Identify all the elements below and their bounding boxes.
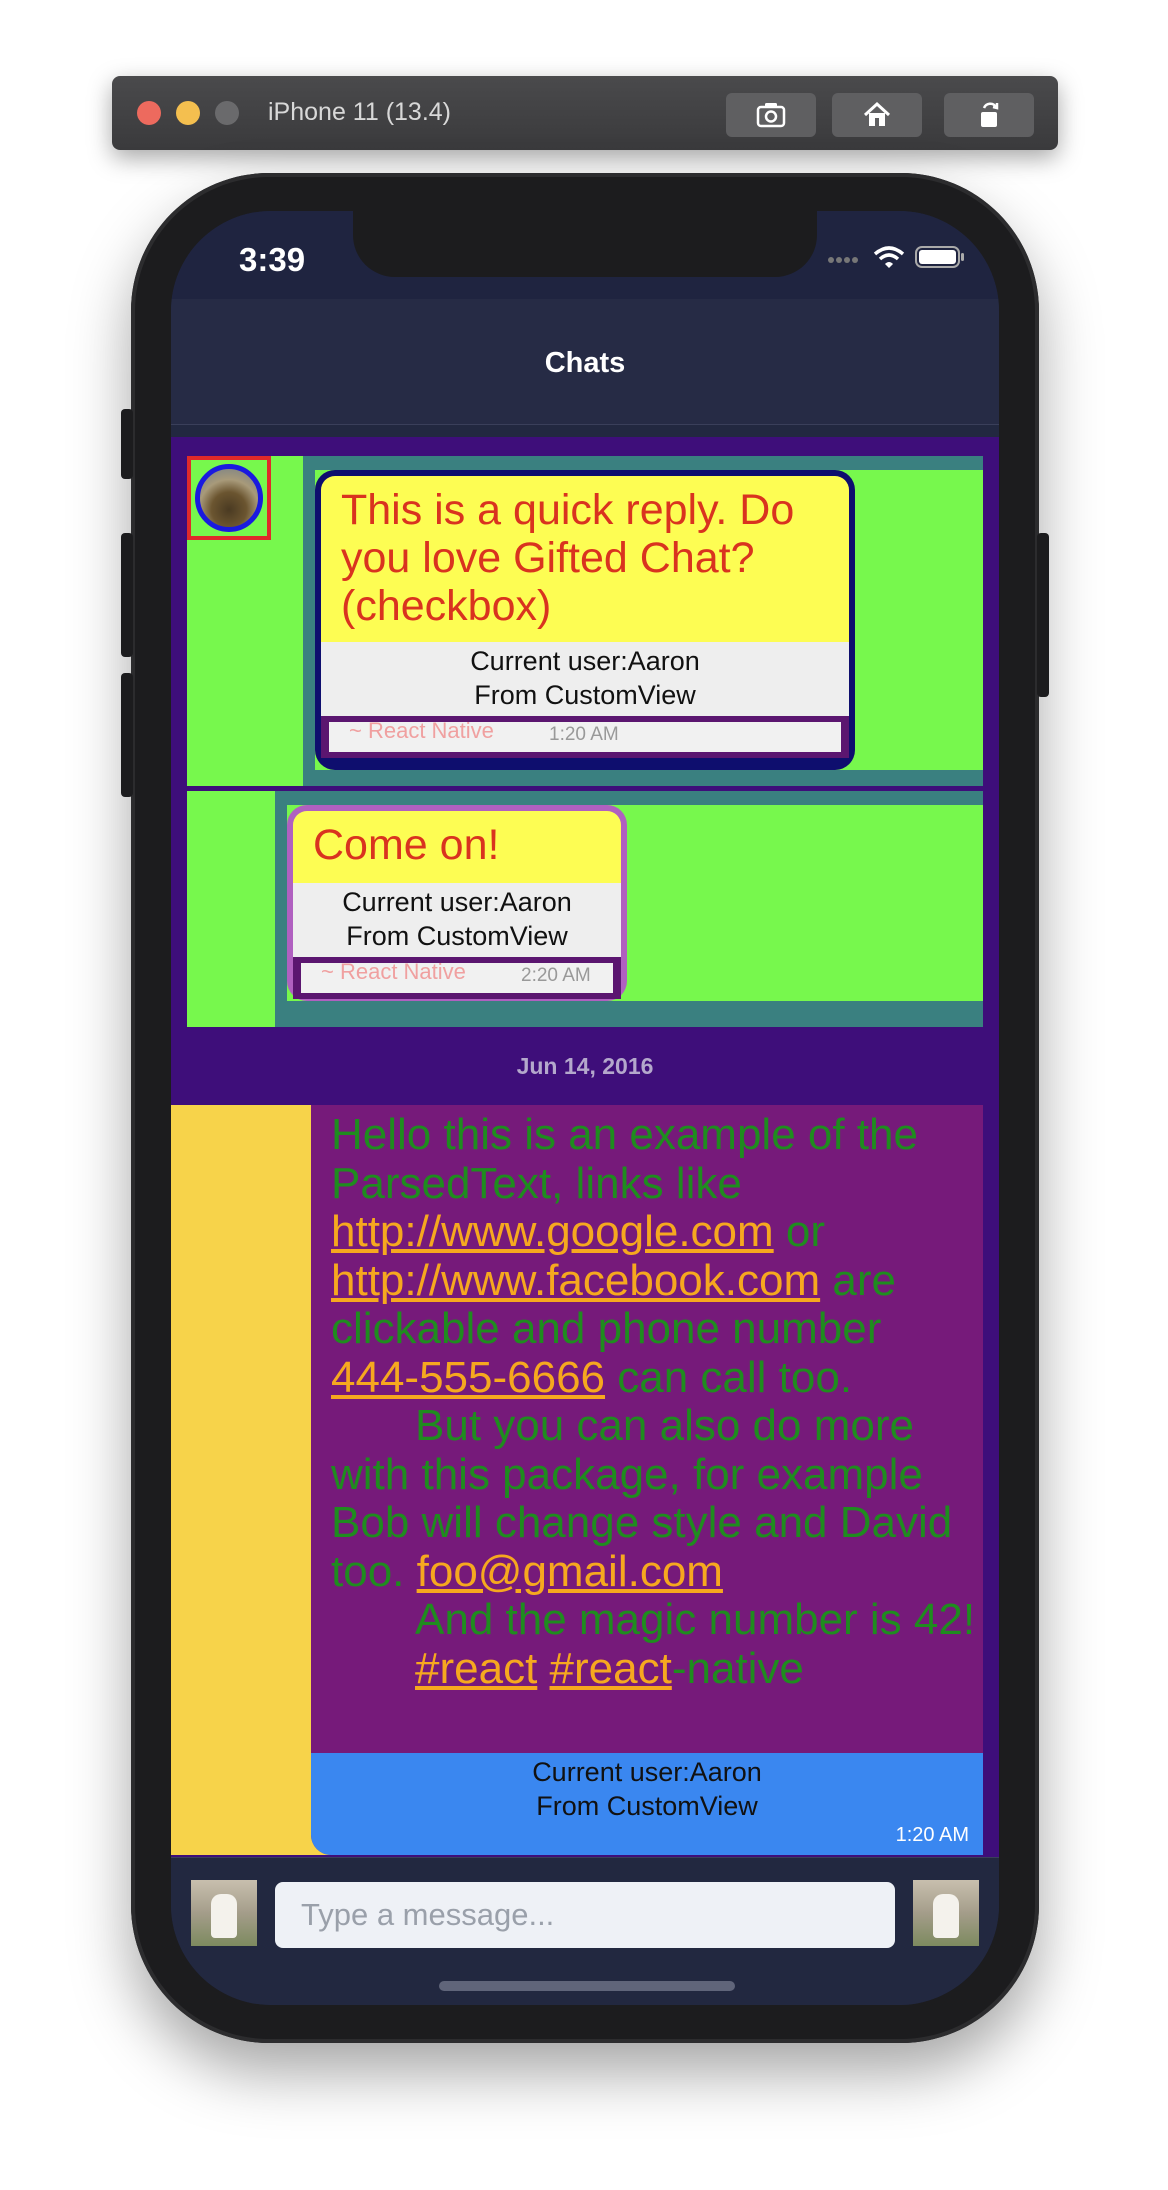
message-bubble[interactable]: Hello this is an example of the ParsedTe… bbox=[311, 1105, 983, 1855]
status-time: 3:39 bbox=[239, 241, 306, 278]
parsed-text-part: can call too. bbox=[605, 1352, 853, 1402]
message-row: Hello this is an example of the ParsedTe… bbox=[171, 1105, 983, 1855]
parsed-text-part: or bbox=[773, 1207, 826, 1256]
rotate-icon bbox=[981, 102, 999, 127]
message-input[interactable]: Type a message... bbox=[275, 1882, 895, 1948]
message-footer: ~ React Native 2:20 AM bbox=[293, 957, 621, 999]
message-text: This is a quick reply. Do you love Gifte… bbox=[341, 486, 795, 630]
phone-screen: 3:39 Chats This is a quick reply. Do you… bbox=[171, 211, 999, 2005]
bubble-spacer bbox=[887, 470, 983, 770]
hashtag-link[interactable]: #react bbox=[550, 1644, 672, 1693]
dog-image-icon bbox=[933, 1894, 959, 1938]
day-separator: Jun 14, 2016 bbox=[516, 1053, 654, 1079]
bubble-wrapper: Come on! Current user:Aaron From CustomV… bbox=[275, 791, 983, 1027]
bubble-container: This is a quick reply. Do you love Gifte… bbox=[315, 470, 887, 770]
google-link[interactable]: http://www.google.com bbox=[331, 1207, 774, 1256]
navigation-bar: Chats bbox=[171, 299, 999, 425]
bubble-text-container: Come on! bbox=[293, 811, 621, 883]
status-icons bbox=[827, 245, 965, 269]
message-bubble[interactable]: Come on! Current user:Aaron From CustomV… bbox=[287, 805, 627, 1001]
message-bubble[interactable]: This is a quick reply. Do you love Gifte… bbox=[315, 470, 855, 770]
custom-view-user: Current user:Aaron bbox=[532, 1757, 762, 1787]
iphone-frame: 3:39 Chats This is a quick reply. Do you… bbox=[121, 173, 1049, 2043]
parsed-text: Hello this is an example of the ParsedTe… bbox=[331, 1110, 979, 1693]
rotate-button[interactable] bbox=[944, 93, 1034, 137]
message-row: This is a quick reply. Do you love Gifte… bbox=[187, 456, 983, 786]
custom-view-user: Current user:Aaron bbox=[342, 887, 572, 917]
home-button[interactable] bbox=[832, 93, 922, 137]
send-button[interactable] bbox=[913, 1880, 979, 1946]
status-bar: 3:39 bbox=[171, 211, 999, 299]
message-time: 1:20 AM bbox=[895, 1824, 969, 1846]
footer-label: ~ React Native bbox=[349, 718, 494, 743]
email-link[interactable]: foo@gmail.com bbox=[417, 1547, 723, 1596]
wifi-icon bbox=[873, 246, 905, 268]
chat-messages[interactable]: This is a quick reply. Do you love Gifte… bbox=[171, 437, 999, 1857]
hashtag-link[interactable]: #react bbox=[415, 1644, 537, 1693]
avatar-container bbox=[187, 456, 271, 540]
dog-image-icon bbox=[211, 1894, 237, 1938]
bubble-container: Come on! Current user:Aaron From CustomV… bbox=[287, 805, 627, 1001]
message-row: Come on! Current user:Aaron From CustomV… bbox=[187, 791, 983, 1027]
battery-icon bbox=[915, 246, 964, 268]
footer-label: ~ React Native bbox=[321, 959, 466, 984]
bubble-wrapper: This is a quick reply. Do you love Gifte… bbox=[303, 456, 983, 786]
message-time: 1:20 AM bbox=[549, 724, 619, 745]
volume-up-button bbox=[121, 533, 133, 657]
power-button bbox=[1037, 533, 1049, 697]
page-title: Chats bbox=[544, 347, 626, 379]
screenshot-button[interactable] bbox=[726, 93, 816, 137]
avatar[interactable] bbox=[195, 464, 263, 532]
custom-view-user: Current user:Aaron bbox=[470, 646, 700, 676]
left-action-button[interactable] bbox=[191, 1880, 257, 1946]
facebook-link[interactable]: http://www.facebook.com bbox=[331, 1256, 820, 1305]
custom-view: Current user:Aaron From CustomView 1:20 … bbox=[311, 1753, 983, 1855]
signal-icon bbox=[828, 257, 858, 263]
custom-view-source: From CustomView bbox=[536, 1791, 758, 1821]
message-text: Come on! bbox=[313, 821, 500, 869]
custom-view: Current user:Aaron From CustomView bbox=[321, 642, 849, 716]
close-window-button[interactable] bbox=[137, 101, 161, 125]
custom-view-source: From CustomView bbox=[474, 680, 696, 710]
parsed-text-part: -native bbox=[671, 1643, 804, 1693]
simulator-title: iPhone 11 (13.4) bbox=[268, 98, 451, 126]
custom-view-source: From CustomView bbox=[346, 921, 568, 951]
silent-switch bbox=[121, 409, 133, 479]
parsed-text-part: Hello this is an example of the ParsedTe… bbox=[331, 1110, 918, 1208]
message-footer: ~ React Native 1:20 AM bbox=[321, 716, 849, 758]
home-icon bbox=[863, 101, 891, 126]
custom-view: Current user:Aaron From CustomView bbox=[293, 883, 621, 957]
bubble-text-container: This is a quick reply. Do you love Gifte… bbox=[321, 476, 849, 642]
volume-down-button bbox=[121, 673, 133, 797]
message-time: 2:20 AM bbox=[521, 965, 591, 986]
simulator-title-bar: iPhone 11 (13.4) bbox=[112, 76, 1058, 150]
home-indicator[interactable] bbox=[439, 1981, 735, 1991]
minimize-window-button[interactable] bbox=[176, 101, 200, 125]
bubble-spacer bbox=[627, 805, 983, 1001]
parsed-text-part: And the magic number is 42! bbox=[415, 1595, 976, 1644]
screenshot-icon bbox=[756, 103, 786, 128]
phone-link[interactable]: 444-555-6666 bbox=[331, 1353, 605, 1402]
zoom-window-button[interactable] bbox=[215, 101, 239, 125]
notch bbox=[353, 211, 817, 277]
